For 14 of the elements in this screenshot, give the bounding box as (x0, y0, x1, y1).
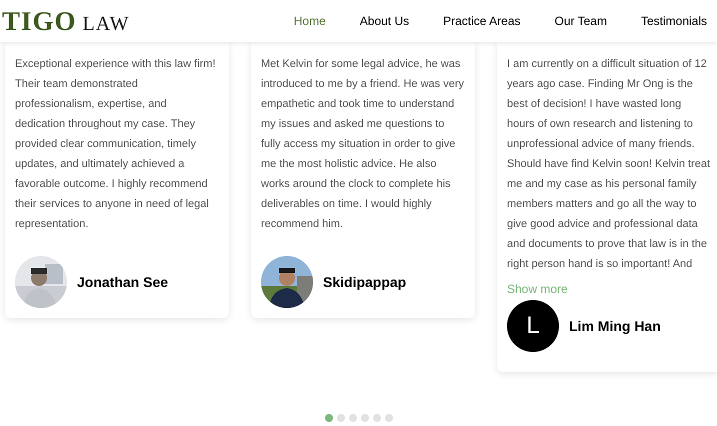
avatar: L (507, 300, 559, 352)
nav-link[interactable]: Our Team (554, 12, 607, 30)
reviewer-name: Skidipappap (323, 272, 406, 292)
testimonial-text: Met Kelvin for some legal advice, he was introduced to me by a friend. He was very empathetic and took time to understand my issues and asked me questions to fully access my situation in order to give me the most holistic advice. He also works around the clock to complete his deliverables on time. I would highly recommend him. (261, 57, 465, 232)
testimonial-text: Exceptional experience with this law firm! Their team demonstrated professionalism, expertise, and dedication throughout my case. They provided clear communication, timely updates, and ultimately achieved a favorable outcome. I highly recommend their services to anyone in need of legal representation. (15, 57, 217, 232)
reviewer-name: Lim Ming Han (569, 316, 661, 336)
nav-link[interactable]: Testimonials (640, 12, 707, 30)
logo-text: TIGO (2, 4, 77, 38)
nav-link[interactable]: Home (294, 12, 326, 30)
reviewer-name: Jonathan See (77, 272, 168, 292)
nav-link[interactable]: Practice Areas (443, 12, 520, 30)
testimonial-text: I am currently on a difficult situation of 12 years ago case. Finding Mr Ong is the best of decision! I have wasted long hours of own research and listening to unprofessional advice of many friends. Should have find Kelvin soon! Kelvin treat me and my case as his personal family members matters and go all the way to give good advice and professional data and documents to prove that law is in the right person hand is so important! And (507, 57, 711, 272)
logo-text: LAW (82, 12, 130, 37)
nav-link[interactable]: About Us (360, 12, 410, 30)
